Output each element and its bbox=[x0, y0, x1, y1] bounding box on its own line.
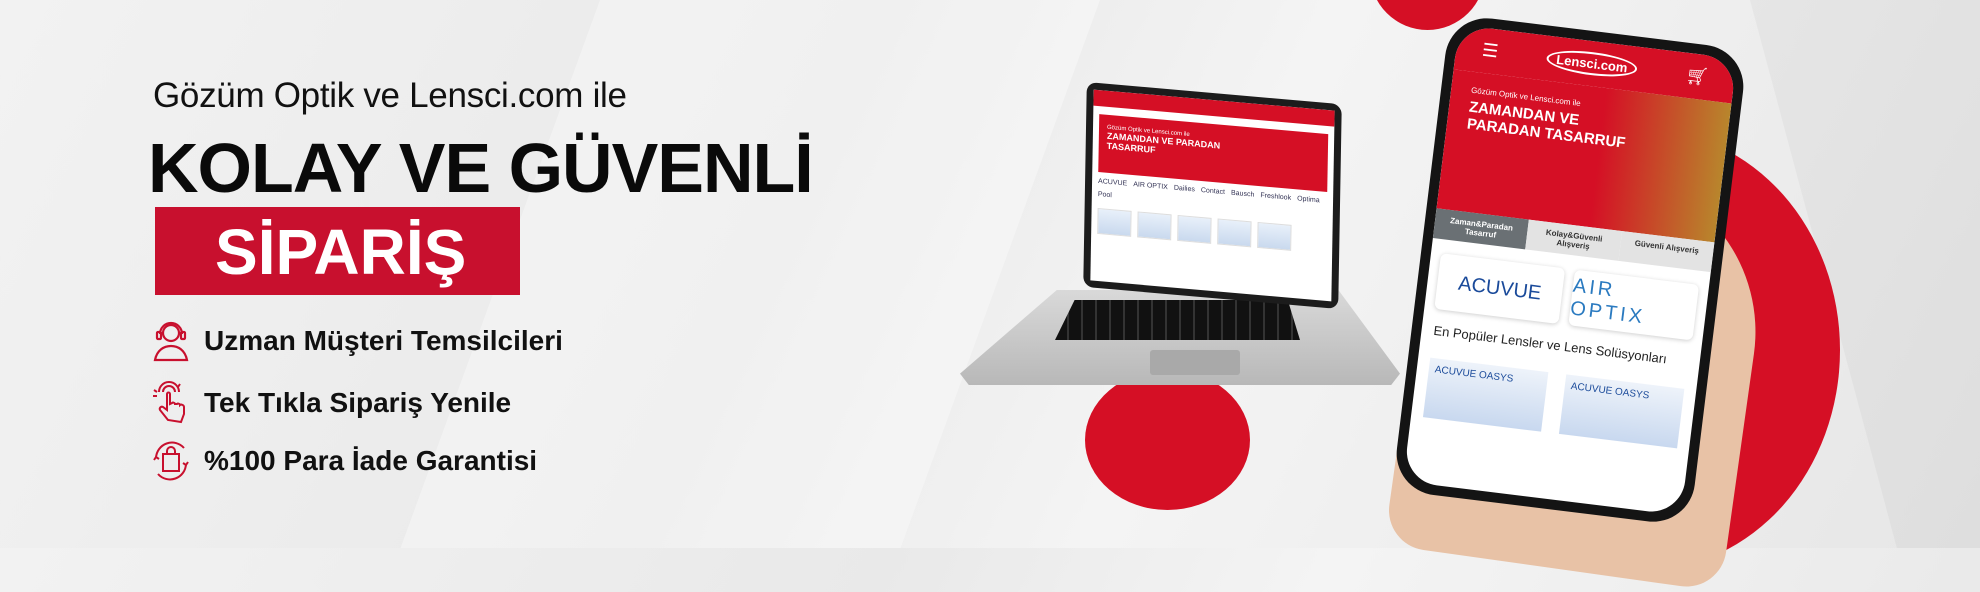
product-card[interactable] bbox=[1097, 207, 1132, 237]
phone-mockup: ☰ Lensci.com 🛒︎ Gözüm Optik ve Lensci.co… bbox=[1391, 13, 1749, 527]
brand-logo[interactable]: AIR OPTIX bbox=[1133, 181, 1168, 191]
badge-text: SİPARİŞ bbox=[215, 216, 467, 288]
laptop-screen: Gözüm Optik ve Lensci.com ile ZAMANDAN V… bbox=[1083, 82, 1342, 309]
brand-logo[interactable]: Pool bbox=[1098, 191, 1112, 199]
laptop-keyboard bbox=[1055, 300, 1300, 340]
hero-headline: KOLAY VE GÜVENLİ bbox=[148, 129, 814, 207]
laptop-mockup: Gözüm Optik ve Lensci.com ile ZAMANDAN V… bbox=[960, 82, 1400, 395]
brand-logo[interactable]: Contact bbox=[1201, 187, 1225, 196]
brand-acuvue[interactable]: ACUVUE bbox=[1434, 253, 1565, 324]
product-card[interactable] bbox=[1257, 221, 1292, 251]
product-card[interactable] bbox=[1137, 211, 1172, 241]
refund-bag-icon bbox=[153, 441, 189, 481]
feature-item: Uzman Müşteri Temsilcileri bbox=[150, 318, 563, 364]
tap-hand-icon bbox=[153, 381, 185, 424]
product-card[interactable]: ACUVUE OASYS bbox=[1422, 357, 1549, 432]
brand-logo[interactable]: Optima bbox=[1297, 195, 1320, 204]
cart-icon[interactable]: 🛒︎ bbox=[1684, 65, 1710, 89]
phone-screen: ☰ Lensci.com 🛒︎ Gözüm Optik ve Lensci.co… bbox=[1403, 24, 1737, 516]
brand-air-optix[interactable]: AIR OPTIX bbox=[1568, 270, 1699, 341]
hero-subtitle: Gözüm Optik ve Lensci.com ile bbox=[153, 76, 627, 115]
brand-logo[interactable]: Bausch bbox=[1231, 190, 1254, 199]
feature-label: Tek Tıkla Sipariş Yenile bbox=[204, 387, 512, 418]
menu-icon[interactable]: ☰ bbox=[1481, 40, 1499, 63]
brand-logo[interactable]: Freshlook bbox=[1260, 192, 1291, 202]
brand-logo[interactable]: ACUVUE bbox=[1098, 178, 1127, 188]
lensci-logo[interactable]: Lensci.com bbox=[1545, 46, 1639, 81]
hero-title: ZAMANDAN VE PARADAN TASARRUF bbox=[1466, 98, 1627, 152]
brand-logo[interactable]: Dailies bbox=[1174, 185, 1195, 194]
hero-badge: SİPARİŞ bbox=[155, 207, 520, 295]
feature-item: %100 Para İade Garantisi bbox=[150, 438, 537, 484]
feature-label: %100 Para İade Garantisi bbox=[204, 445, 538, 476]
product-card[interactable]: ACUVUE OASYS bbox=[1558, 374, 1685, 449]
product-card[interactable] bbox=[1177, 214, 1212, 244]
feature-item: Tek Tıkla Sipariş Yenile bbox=[150, 380, 511, 426]
product-card[interactable] bbox=[1217, 218, 1252, 248]
laptop-trackpad bbox=[1150, 350, 1240, 375]
headset-user-icon bbox=[153, 321, 189, 362]
feature-label: Uzman Müşteri Temsilcileri bbox=[204, 325, 563, 356]
